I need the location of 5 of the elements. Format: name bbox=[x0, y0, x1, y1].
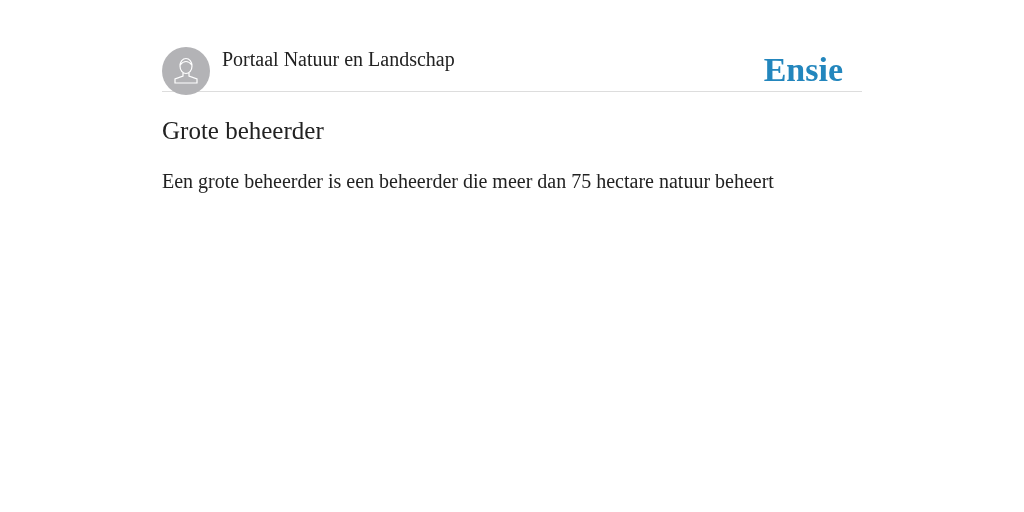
avatar-icon bbox=[162, 47, 210, 95]
entry-title: Grote beheerder bbox=[162, 116, 325, 146]
logo[interactable]: Ensie bbox=[763, 50, 843, 90]
site-title: Portaal Natuur en Landschap bbox=[222, 48, 455, 70]
entry-definition: Een grote beheerder is een beheerder die meer dan 75 hectare natuur beheert bbox=[162, 169, 775, 194]
